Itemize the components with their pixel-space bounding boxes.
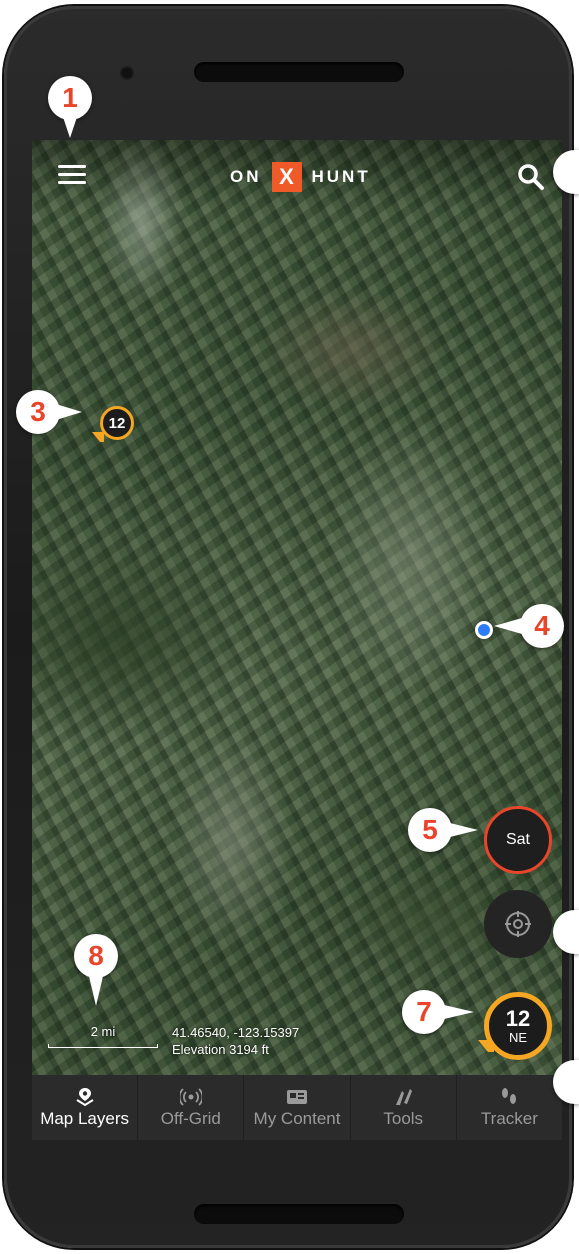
scale-bar	[48, 1044, 158, 1048]
nav-tracker[interactable]: Tracker	[455, 1075, 562, 1140]
logo-text-on: ON	[230, 167, 262, 186]
zoom-level: 12	[505, 1005, 531, 1031]
tracker-icon	[498, 1087, 520, 1107]
map-waypoint-marker[interactable]: 12	[100, 406, 134, 440]
nav-map-layers[interactable]: Map Layers	[32, 1075, 137, 1140]
nav-label: My Content	[253, 1108, 341, 1128]
current-location-dot	[475, 621, 493, 639]
crosshair-icon	[505, 911, 531, 937]
map-layers-icon	[74, 1087, 96, 1107]
callout-1-pointer	[62, 114, 78, 138]
compass-heading: NE	[508, 1029, 528, 1045]
logo-text-hunt: HUNT	[311, 167, 371, 186]
callout-7-pointer	[440, 1004, 474, 1020]
nav-label: Off-Grid	[160, 1108, 221, 1128]
callout-3-pointer	[56, 404, 82, 420]
gps-locate-button[interactable]	[484, 890, 552, 958]
callout-3: 3	[16, 390, 60, 434]
front-camera	[120, 66, 134, 80]
callout-8-pointer	[88, 972, 104, 1006]
off-grid-icon	[179, 1087, 202, 1107]
nav-my-content[interactable]: My Content	[243, 1075, 349, 1140]
phone-frame: ON X HUNT 12 Sat 12 NE 2 mi 41.46540, -1…	[4, 6, 572, 1248]
map-scale: 2 mi	[48, 1024, 158, 1050]
basemap-toggle-button[interactable]: Sat	[484, 806, 552, 874]
app-logo: ON X HUNT	[230, 162, 371, 192]
elevation-text: Elevation 3194 ft	[172, 1042, 269, 1057]
nav-tools[interactable]: Tools	[349, 1075, 456, 1140]
menu-icon[interactable]	[58, 165, 86, 185]
scale-label: 2 mi	[90, 1024, 116, 1039]
nav-label: Tools	[383, 1108, 424, 1128]
logo-x-mark: X	[271, 162, 302, 192]
callout-4: 4	[520, 604, 564, 648]
search-icon[interactable]	[516, 162, 546, 192]
zoom-compass-badge[interactable]: 12 NE	[484, 992, 552, 1060]
bottom-navigation: Map Layers Off-Grid My Content Tools Tra…	[32, 1075, 562, 1140]
coordinate-readout: 41.46540, -123.15397 Elevation 3194 ft	[172, 1024, 299, 1058]
callout-5-pointer	[446, 822, 478, 838]
coordinates-text: 41.46540, -123.15397	[172, 1025, 300, 1040]
app-screen: ON X HUNT 12 Sat 12 NE 2 mi 41.46540, -1…	[32, 140, 562, 1140]
waypoint-pointer	[92, 432, 104, 442]
nav-off-grid[interactable]: Off-Grid	[137, 1075, 243, 1140]
bottom-speaker	[194, 1204, 404, 1224]
nav-label: Map Layers	[40, 1108, 130, 1128]
my-content-icon	[286, 1087, 308, 1107]
nav-label: Tracker	[480, 1108, 538, 1128]
top-bar: ON X HUNT	[32, 140, 562, 210]
callout-4-pointer	[494, 618, 522, 634]
satellite-map[interactable]	[32, 140, 562, 1075]
tools-icon	[392, 1087, 414, 1107]
earpiece-speaker	[194, 62, 404, 82]
